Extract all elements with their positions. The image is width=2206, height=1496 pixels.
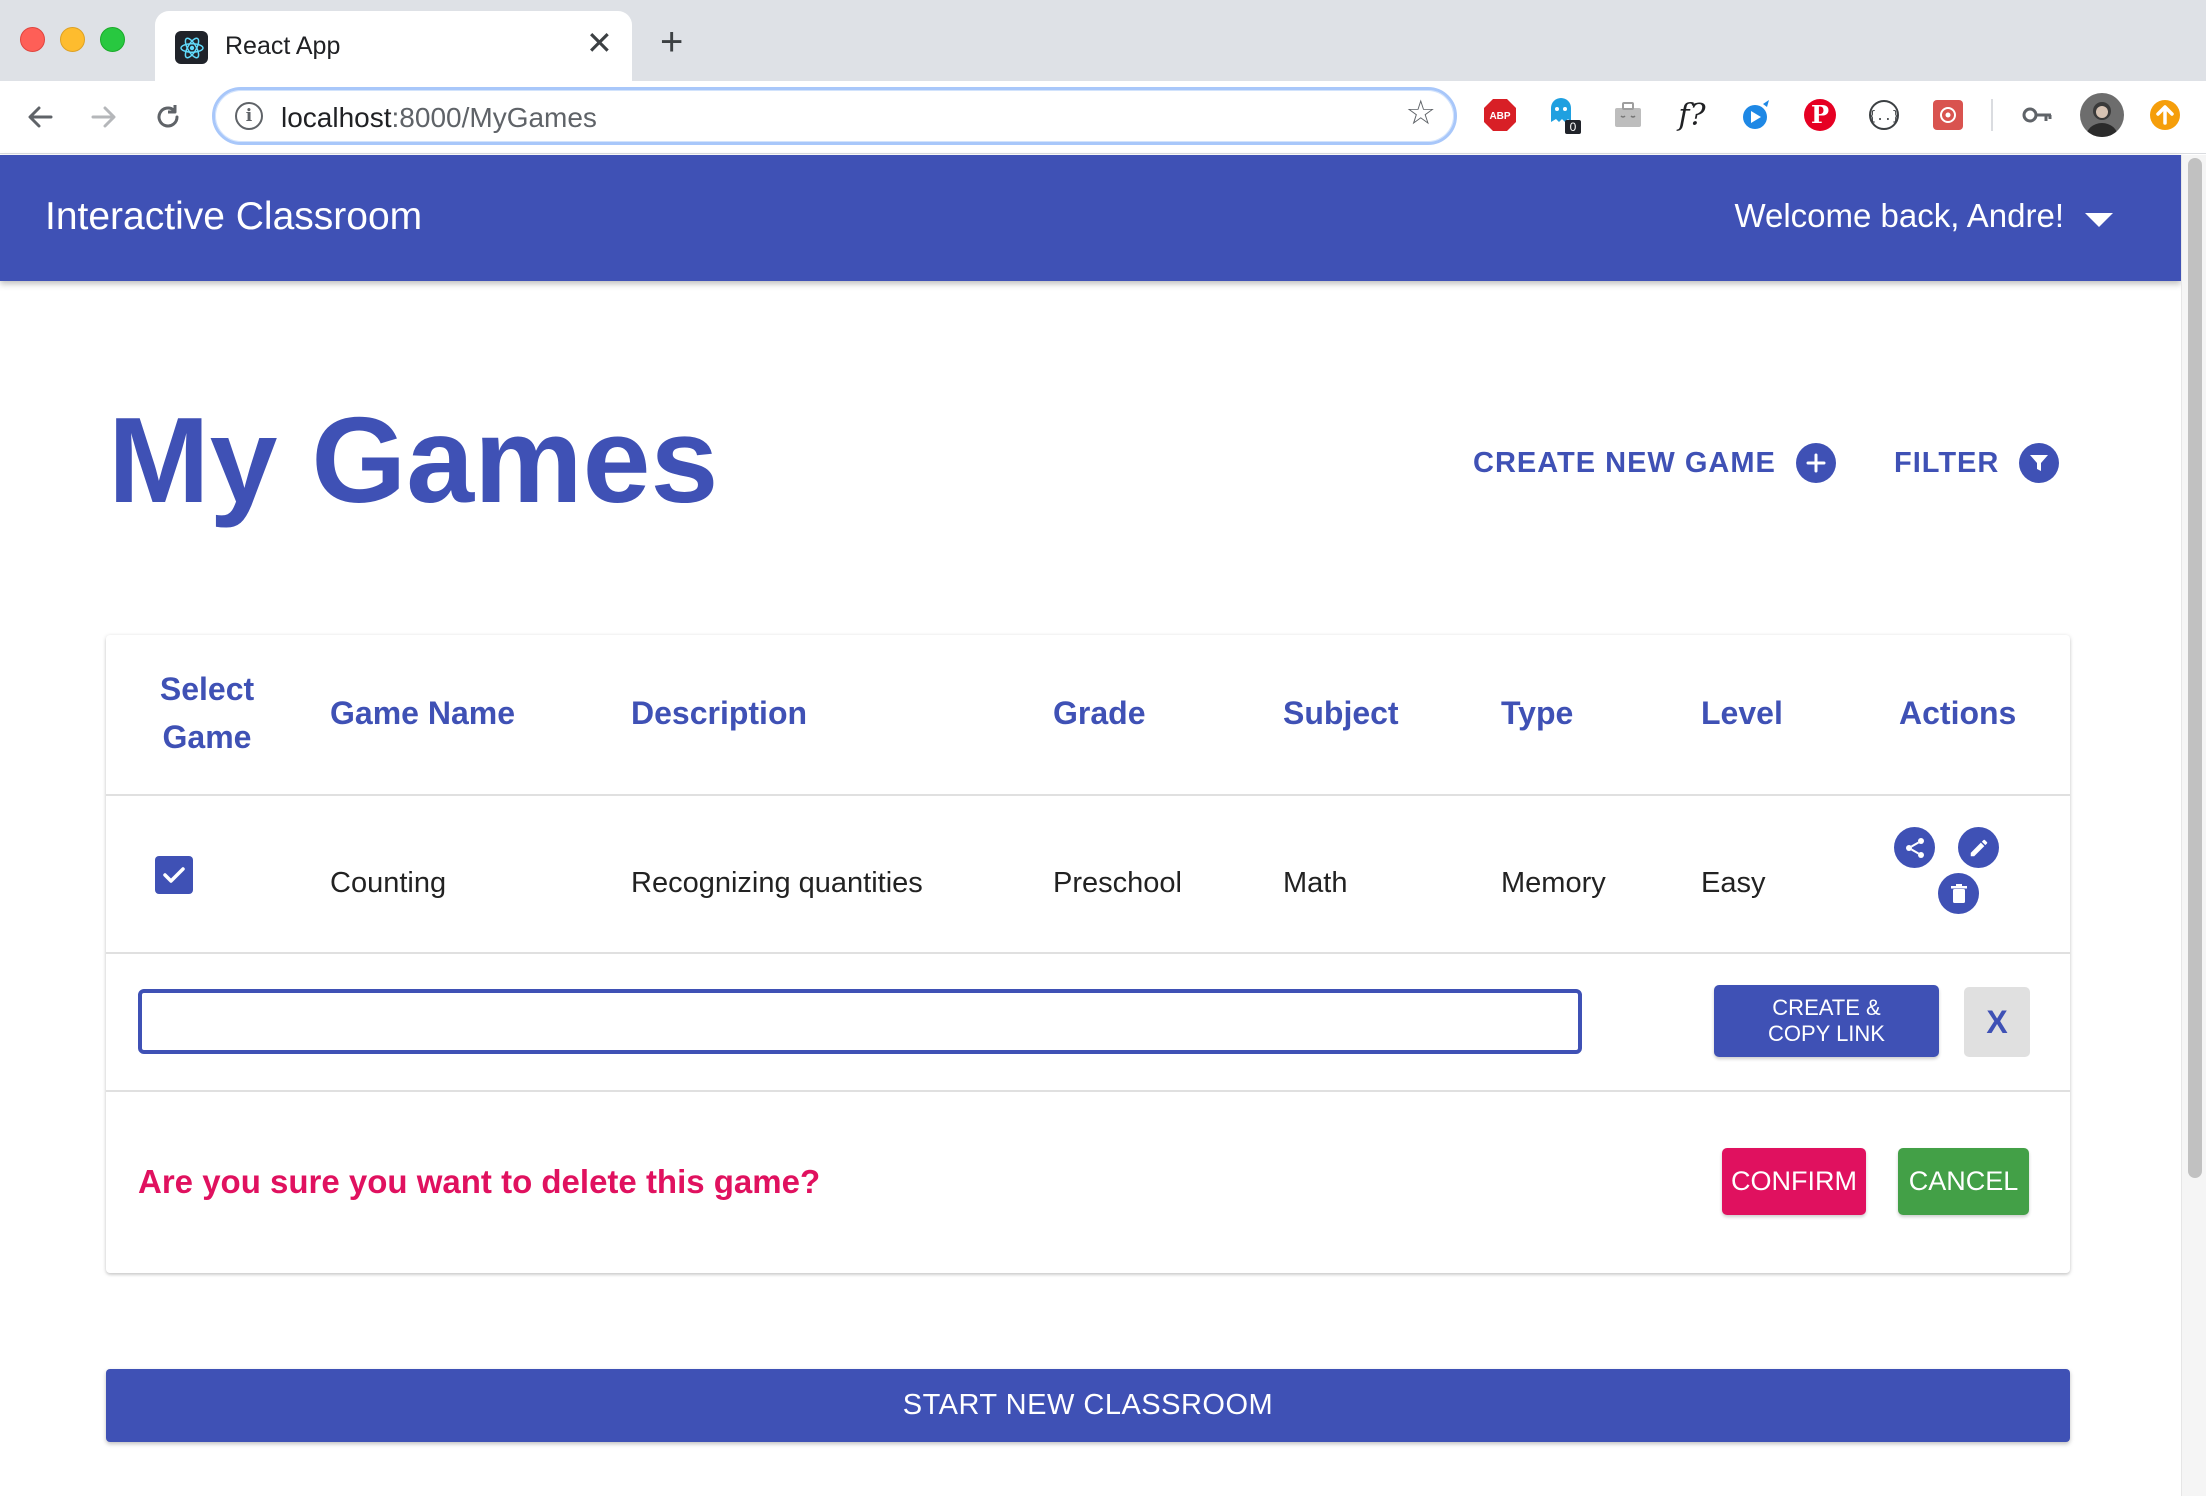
new-tab-icon[interactable]: + xyxy=(660,22,683,62)
column-header-select-line2: Game xyxy=(162,719,252,755)
column-header-subject[interactable]: Subject xyxy=(1283,689,1399,737)
confirm-delete-button[interactable]: CONFIRM xyxy=(1722,1148,1866,1215)
address-bar-url: localhost:8000/MyGames xyxy=(281,102,597,134)
font-identifier-icon[interactable]: f? xyxy=(1673,96,1711,134)
header-divider xyxy=(106,794,2070,796)
window-maximize-button[interactable] xyxy=(100,27,125,52)
svg-text:P: P xyxy=(1811,100,1829,129)
scrollbar-thumb[interactable] xyxy=(2188,158,2202,1178)
column-header-type[interactable]: Type xyxy=(1501,689,1573,737)
reload-icon[interactable] xyxy=(146,95,190,139)
cell-game-name: Counting xyxy=(330,867,447,899)
ghostery-icon[interactable]: 0 xyxy=(1545,96,1583,134)
column-header-description[interactable]: Description xyxy=(631,689,807,737)
profile-avatar[interactable] xyxy=(2080,93,2124,137)
column-header-grade[interactable]: Grade xyxy=(1053,689,1145,737)
address-bar[interactable]: i localhost:8000/MyGames ☆ xyxy=(212,87,1457,145)
trash-icon[interactable] xyxy=(1938,873,1979,914)
url-path: :8000/MyGames xyxy=(391,102,597,133)
create-copy-link-button[interactable]: CREATE & COPY LINK xyxy=(1714,985,1939,1057)
back-arrow-icon[interactable] xyxy=(18,95,62,139)
close-share-button[interactable]: X xyxy=(1964,987,2030,1057)
react-logo-icon xyxy=(175,31,208,64)
page-scrollbar[interactable] xyxy=(2181,155,2206,1496)
cell-grade: Preschool xyxy=(1053,867,1182,899)
filter-icon xyxy=(2019,443,2060,483)
filter-label: FILTER xyxy=(1894,446,2000,479)
toolbar-separator xyxy=(1991,99,1993,131)
svg-text:ABP: ABP xyxy=(1489,111,1510,122)
app-bar: Interactive Classroom Welcome back, Andr… xyxy=(0,155,2181,281)
cell-subject: Math xyxy=(1283,867,1348,899)
caret-down-icon[interactable] xyxy=(2085,213,2113,227)
svg-text:{..}: {..} xyxy=(1868,109,1899,124)
row-divider xyxy=(106,952,2070,954)
cancel-delete-button[interactable]: CANCEL xyxy=(1898,1148,2029,1215)
column-header-select: Select Game xyxy=(152,665,262,761)
start-new-classroom-button[interactable]: START NEW CLASSROOM xyxy=(106,1369,2070,1442)
bookmark-star-icon[interactable]: ☆ xyxy=(1406,96,1436,130)
copy-button-line2: COPY LINK xyxy=(1768,1021,1885,1046)
cell-description: Recognizing quantities xyxy=(631,867,923,899)
json-viewer-icon[interactable]: {..} xyxy=(1865,96,1903,134)
pinterest-icon[interactable]: P xyxy=(1801,96,1839,134)
add-circle-icon xyxy=(1795,443,1836,483)
url-host: localhost xyxy=(281,102,392,133)
cell-level: Easy xyxy=(1701,867,1766,899)
column-header-level[interactable]: Level xyxy=(1701,689,1783,737)
bird-extension-icon[interactable] xyxy=(1737,96,1775,134)
select-game-checkbox[interactable] xyxy=(155,856,193,894)
share-icon[interactable] xyxy=(1894,827,1935,868)
column-header-game-name[interactable]: Game Name xyxy=(330,689,515,737)
adblock-icon[interactable]: ABP xyxy=(1481,96,1519,134)
user-menu-label[interactable]: Welcome back, Andre! xyxy=(1734,197,2064,235)
ghostery-badge: 0 xyxy=(1570,120,1577,134)
copy-button-line1: CREATE & xyxy=(1772,995,1881,1020)
forward-arrow-icon[interactable] xyxy=(82,95,126,139)
share-link-input[interactable] xyxy=(138,989,1582,1054)
tab-title: React App xyxy=(225,32,341,60)
window-close-button[interactable] xyxy=(20,27,45,52)
page-title: My Games xyxy=(108,392,719,528)
share-divider xyxy=(106,1090,2070,1092)
column-header-actions: Actions xyxy=(1899,695,2017,731)
key-icon[interactable] xyxy=(2018,96,2056,134)
cell-type: Memory xyxy=(1501,867,1606,899)
create-new-game-label: CREATE NEW GAME xyxy=(1473,446,1776,479)
briefcase-extension-icon[interactable] xyxy=(1609,96,1647,134)
react-devtools-icon[interactable] xyxy=(1929,96,1967,134)
delete-confirm-message: Are you sure you want to delete this gam… xyxy=(138,1163,821,1200)
create-new-game-button[interactable]: CREATE NEW GAME xyxy=(1473,443,1836,483)
pencil-icon[interactable] xyxy=(1958,827,1999,868)
site-info-icon[interactable]: i xyxy=(235,102,263,130)
filter-button[interactable]: FILTER xyxy=(1894,443,2060,483)
update-arrow-icon[interactable] xyxy=(2146,96,2184,134)
browser-tab-active[interactable]: React App ✕ xyxy=(155,11,632,81)
games-table-card: Select Game Game Name Description Grade … xyxy=(106,635,2070,1273)
column-header-select-line1: Select xyxy=(159,671,255,707)
browser-tab-strip: React App ✕ + xyxy=(0,0,2206,81)
app-title[interactable]: Interactive Classroom xyxy=(45,195,422,239)
window-minimize-button[interactable] xyxy=(60,27,85,52)
checkmark-icon xyxy=(163,867,185,883)
tab-close-icon[interactable]: ✕ xyxy=(586,27,613,59)
